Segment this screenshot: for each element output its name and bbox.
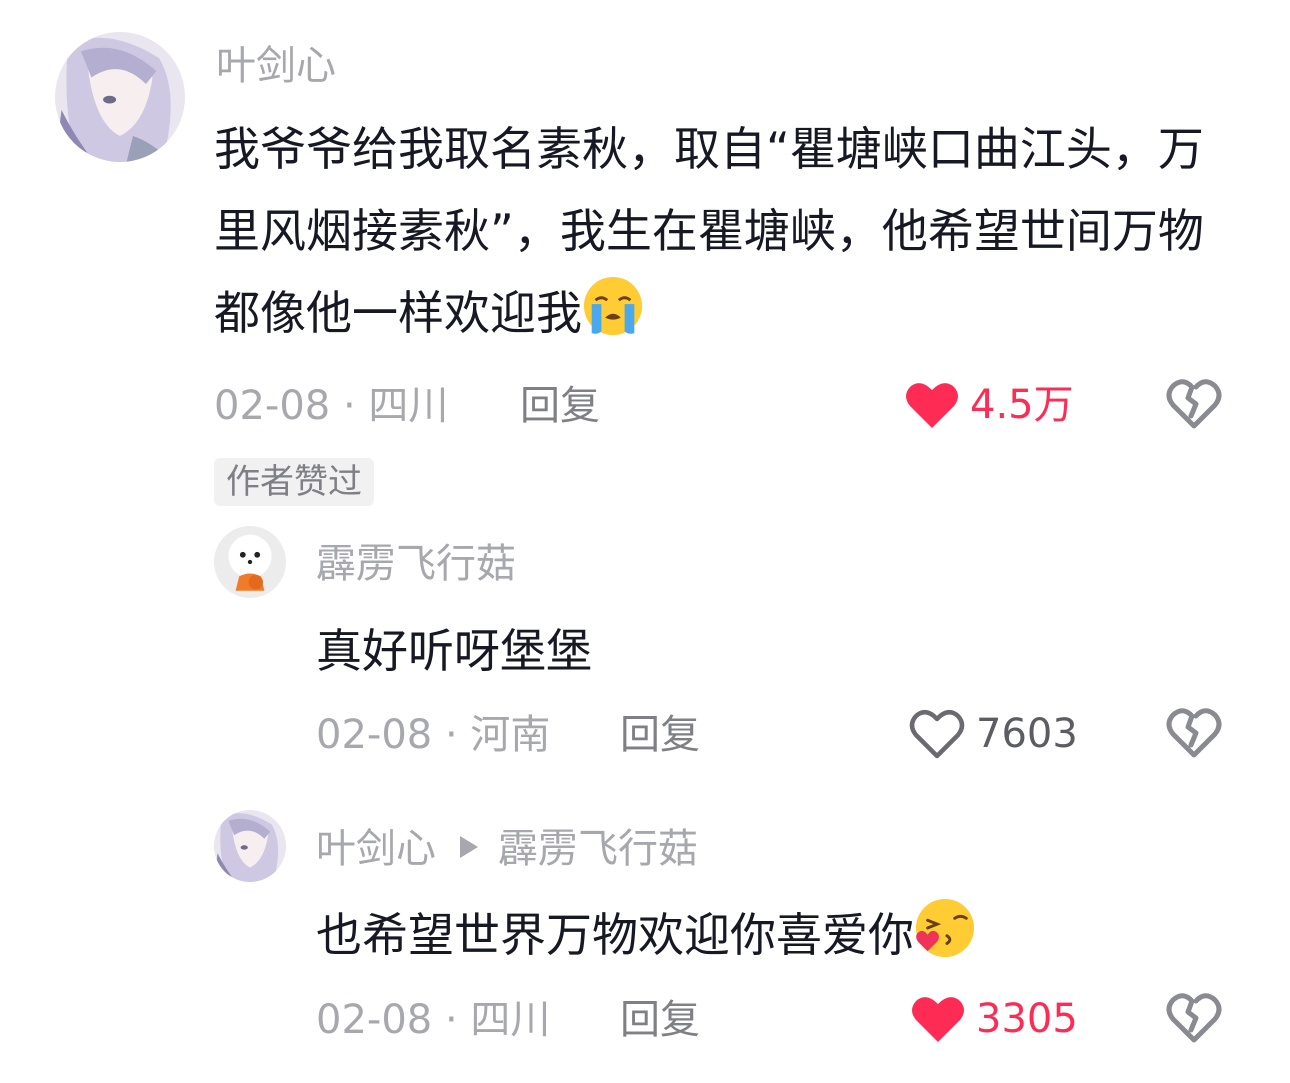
comment-text-content: 我爷爷给我取名素秋，取自“瞿塘峡口曲江头，万里风烟接素秋”，我生在瞿塘峡，他希望… [214, 122, 1204, 340]
comment-text: 我爷爷给我取名素秋，取自“瞿塘峡口曲江头，万里风烟接素秋”，我生在瞿塘峡，他希望… [214, 108, 1204, 354]
reply-button[interactable]: 回复 [520, 386, 600, 426]
avatar-anime-girl-icon [214, 810, 286, 882]
reply-author-line: 叶剑心 霹雳飞行菇 [316, 829, 698, 869]
dislike-broken-heart-icon[interactable] [1166, 707, 1222, 759]
like-button[interactable]: 3305 [910, 994, 1078, 1044]
like-count: 7603 [976, 711, 1078, 757]
author-liked-badge: 作者赞过 [214, 458, 374, 506]
avatar-white-dog-icon [214, 526, 286, 598]
avatar[interactable] [214, 810, 286, 882]
reply-target-author[interactable]: 霹雳飞行菇 [498, 826, 698, 872]
heart-filled-icon [912, 997, 964, 1042]
dislike-broken-heart-icon[interactable] [1166, 378, 1222, 430]
face-blowing-kiss-icon [915, 898, 975, 958]
like-button[interactable]: 4.5万 [904, 380, 1074, 430]
loudly-crying-face-icon [583, 276, 643, 336]
reply-date-location: 02-08 · 四川 [316, 997, 551, 1043]
heart-outline-icon [909, 709, 965, 759]
reply-author[interactable]: 叶剑心 [316, 826, 436, 872]
avatar-anime-girl-icon [55, 32, 185, 162]
like-button[interactable]: 7603 [908, 708, 1078, 760]
avatar[interactable] [55, 32, 185, 162]
reply-text: 真好听呀堡堡 [316, 624, 592, 678]
reply-date-location: 02-08 · 河南 [316, 712, 551, 758]
reply-button[interactable]: 回复 [620, 1000, 700, 1040]
dislike-broken-heart-icon[interactable] [1166, 992, 1222, 1044]
reply-text-content: 也希望世界万物欢迎你喜爱你 [316, 908, 914, 962]
like-count: 3305 [976, 996, 1078, 1042]
heart-filled-icon [906, 383, 958, 428]
comment-author[interactable]: 叶剑心 [216, 46, 336, 86]
comment-date-location: 02-08 · 四川 [214, 383, 449, 429]
avatar[interactable] [214, 526, 286, 598]
like-count: 4.5万 [970, 382, 1074, 428]
reply-button[interactable]: 回复 [620, 715, 700, 755]
reply-text: 也希望世界万物欢迎你喜爱你 [316, 894, 1196, 976]
reply-author[interactable]: 霹雳飞行菇 [316, 544, 516, 584]
reply-arrow-icon [460, 836, 478, 858]
